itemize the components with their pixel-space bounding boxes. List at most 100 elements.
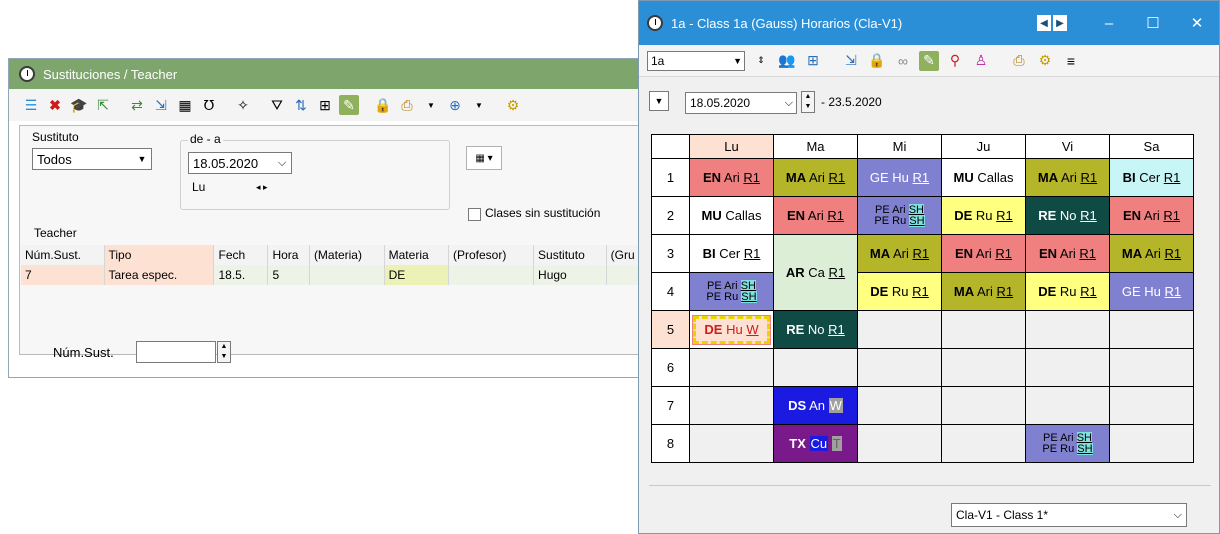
grid-icon[interactable]: ⊞ <box>315 95 335 115</box>
empty-cell[interactable] <box>1109 386 1194 425</box>
col-materia[interactable]: Materia <box>384 245 449 265</box>
table-row[interactable]: 7 Tarea espec. 18.5. 5 DE Hugo <box>21 265 642 285</box>
week-date-picker[interactable]: 18.05.2020 ⌵ <box>685 92 797 114</box>
empty-cell[interactable] <box>941 348 1026 387</box>
empty-cell[interactable] <box>857 310 942 349</box>
lesson-cell[interactable]: AR Ca R1 <box>773 234 858 311</box>
menu-icon[interactable]: ≡ <box>1061 51 1081 71</box>
expand-button[interactable]: ▼ <box>649 91 669 111</box>
web-icon[interactable]: ⊕ <box>445 95 465 115</box>
export-icon[interactable]: ⇲ <box>841 51 861 71</box>
import-icon[interactable]: ⇱ <box>93 95 113 115</box>
lesson-cell[interactable]: MA Ari R1 <box>773 158 858 197</box>
cell-grupo[interactable] <box>606 265 642 285</box>
sort-icon[interactable]: ⇅ <box>291 95 311 115</box>
empty-cell[interactable] <box>1109 310 1194 349</box>
user-icon[interactable]: ♙ <box>971 51 991 71</box>
col-tipo[interactable]: Tipo <box>104 245 215 265</box>
day-header[interactable]: Lu <box>689 134 774 159</box>
day-header[interactable]: Mi <box>857 134 942 159</box>
substitution-lesson[interactable]: DE Hu W <box>692 314 771 345</box>
col-profesor-orig[interactable]: (Profesor) <box>448 245 535 265</box>
edit-icon[interactable]: ✎ <box>919 50 939 71</box>
maximize-button[interactable]: ☐ <box>1131 14 1175 32</box>
minimize-button[interactable]: – <box>1087 15 1131 32</box>
col-fecha[interactable]: Fech <box>213 245 269 265</box>
clases-sin-sustitucion-checkbox[interactable] <box>468 208 481 221</box>
lesson-cell[interactable]: MA Ari R1 <box>1025 158 1110 197</box>
next-arrow-icon[interactable]: ▶ <box>1053 15 1067 31</box>
lesson-cell[interactable]: PE Ari SH PE Ru SH <box>857 196 942 235</box>
cell-hora[interactable]: 5 <box>267 265 310 285</box>
print-icon[interactable]: ⎙ <box>397 95 417 115</box>
cell-fecha[interactable]: 18.5. <box>213 265 269 285</box>
filter-icon[interactable]: ⛛ <box>267 95 287 115</box>
col-num-sust[interactable]: Núm.Sust. <box>21 245 105 265</box>
empty-cell[interactable] <box>1025 348 1110 387</box>
empty-cell[interactable] <box>857 424 942 463</box>
empty-cell[interactable] <box>773 348 858 387</box>
empty-cell[interactable] <box>1109 424 1194 463</box>
cell-profesor-orig[interactable] <box>448 265 535 285</box>
chevron-down-icon[interactable]: ▼ <box>733 52 742 70</box>
empty-cell[interactable] <box>941 386 1026 425</box>
class-select[interactable]: 1a ▼ <box>647 50 745 71</box>
lesson-cell[interactable]: GE Hu R1 <box>1109 272 1194 311</box>
lesson-cell[interactable]: PE Ari SH PE Ru SH <box>689 272 774 311</box>
lesson-cell[interactable]: DE Hu W <box>689 310 774 349</box>
num-sust-spinner[interactable]: ▲ ▼ <box>217 341 231 363</box>
list-icon[interactable]: ☰ <box>21 95 41 115</box>
lesson-cell[interactable]: DE Ru R1 <box>857 272 942 311</box>
day-nav-arrows[interactable]: ◂ ▸ <box>256 182 268 193</box>
lesson-cell[interactable]: RE No R1 <box>773 310 858 349</box>
chevron-down-icon[interactable]: ⌵ <box>785 93 793 113</box>
cell-materia[interactable]: DE <box>384 265 449 285</box>
col-sustituto[interactable]: Sustituto <box>533 245 607 265</box>
print-icon[interactable]: ⎙ <box>1009 51 1029 71</box>
lock-icon[interactable]: 🔒 <box>373 95 393 115</box>
empty-cell[interactable] <box>689 424 774 463</box>
empty-cell[interactable] <box>689 348 774 387</box>
empty-cell[interactable] <box>857 348 942 387</box>
edit-icon[interactable]: ✎ <box>339 95 359 115</box>
spinner-icon[interactable]: ⇕ <box>751 51 771 71</box>
sustituto-select[interactable]: Todos ▼ <box>32 148 152 170</box>
col-hora[interactable]: Hora <box>267 245 310 265</box>
calculator-icon[interactable]: ▦ <box>175 95 195 115</box>
day-header[interactable]: Vi <box>1025 134 1110 159</box>
empty-cell[interactable] <box>689 386 774 425</box>
cell-num-sust[interactable]: 7 <box>21 265 105 285</box>
lesson-cell[interactable]: BI Cer R1 <box>689 234 774 273</box>
delete-icon[interactable]: ✖ <box>45 95 65 115</box>
lesson-cell[interactable]: RE No R1 <box>1025 196 1110 235</box>
calendar-button[interactable]: ▦ ▾ <box>466 146 502 170</box>
chevron-down-icon[interactable]: ⌵ <box>273 153 291 173</box>
lock-icon[interactable]: 🔒 <box>867 51 887 71</box>
date-picker[interactable]: 18.05.2020 ⌵ <box>188 152 292 174</box>
lesson-cell[interactable]: DS An W <box>773 386 858 425</box>
day-header[interactable]: Ju <box>941 134 1026 159</box>
wand-icon[interactable]: ✧ <box>233 95 253 115</box>
lesson-cell[interactable]: MA Ari R1 <box>941 272 1026 311</box>
link-icon[interactable]: ∞ <box>893 51 913 71</box>
gear-icon[interactable]: ⚙ <box>1035 51 1055 71</box>
lesson-cell[interactable]: MU Callas <box>941 158 1026 197</box>
lesson-cell[interactable]: EN Ari R1 <box>689 158 774 197</box>
search-icon[interactable]: ⚲ <box>945 51 965 71</box>
table-icon[interactable]: ⊞ <box>803 51 823 71</box>
export-icon[interactable]: ⇲ <box>151 95 171 115</box>
lesson-cell[interactable]: EN Ari R1 <box>1025 234 1110 273</box>
substitutions-titlebar[interactable]: Sustituciones / Teacher <box>9 59 647 89</box>
day-header[interactable]: Sa <box>1109 134 1194 159</box>
lesson-cell[interactable]: BI Cer R1 <box>1109 158 1194 197</box>
lesson-cell[interactable]: GE Hu R1 <box>857 158 942 197</box>
cell-materia-orig[interactable] <box>309 265 385 285</box>
cell-tipo[interactable]: Tarea espec. <box>104 265 215 285</box>
empty-cell[interactable] <box>1109 348 1194 387</box>
lesson-cell[interactable]: MA Ari R1 <box>857 234 942 273</box>
empty-cell[interactable] <box>1025 386 1110 425</box>
day-header[interactable]: Ma <box>773 134 858 159</box>
people-icon[interactable]: 👥 <box>777 51 797 71</box>
empty-cell[interactable] <box>941 424 1026 463</box>
chevron-down-icon[interactable]: ▼ <box>469 95 489 115</box>
